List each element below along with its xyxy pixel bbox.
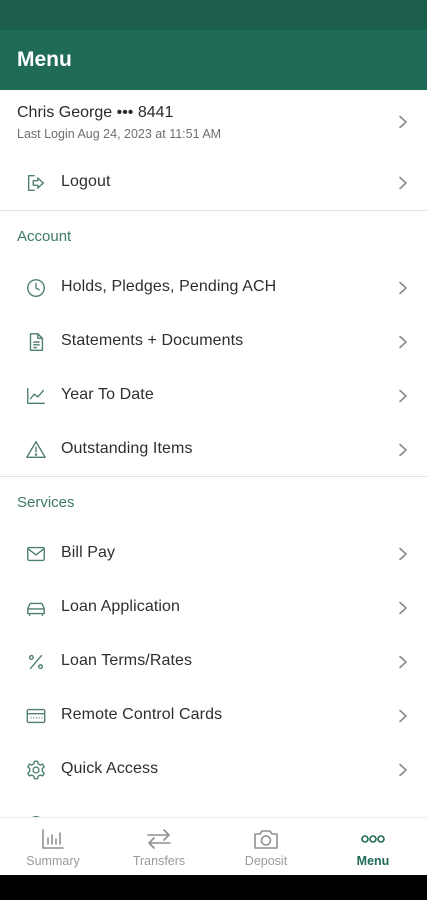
chevron-right-icon bbox=[397, 388, 409, 404]
transfer-arrows-icon bbox=[106, 826, 212, 852]
menu-item-holds-pledges[interactable]: Holds, Pledges, Pending ACH bbox=[0, 261, 427, 315]
user-name: Chris George ••• 8441 bbox=[17, 104, 174, 121]
chevron-right-icon bbox=[397, 334, 409, 350]
bottom-nav: Summary Transfers Deposit Menu bbox=[0, 817, 427, 875]
menu-item-bill-pay[interactable]: Bill Pay bbox=[0, 527, 427, 581]
app-header: Menu bbox=[0, 30, 427, 90]
chevron-right-icon bbox=[397, 762, 409, 778]
chevron-right-icon bbox=[397, 546, 409, 562]
logout-icon bbox=[24, 171, 48, 195]
page-title: Menu bbox=[17, 48, 72, 71]
chevron-right-icon bbox=[397, 175, 409, 191]
menu-item-label: Loan Application bbox=[61, 598, 181, 615]
line-chart-icon bbox=[24, 384, 48, 408]
more-dots-icon bbox=[320, 826, 426, 852]
nav-label: Summary bbox=[26, 854, 80, 868]
nav-deposit[interactable]: Deposit bbox=[213, 818, 319, 876]
nav-menu[interactable]: Menu bbox=[320, 818, 426, 876]
menu-item-label: Outstanding Items bbox=[61, 440, 193, 457]
divider bbox=[0, 476, 427, 477]
logout-label: Logout bbox=[61, 173, 111, 190]
chevron-right-icon bbox=[397, 654, 409, 670]
menu-item-loan-terms-rates[interactable]: Loan Terms/Rates bbox=[0, 635, 427, 689]
menu-item-label: Loan Terms/Rates bbox=[61, 652, 193, 669]
nav-label: Transfers bbox=[132, 854, 186, 868]
divider bbox=[0, 210, 427, 211]
last-login-text: Last Login Aug 24, 2023 at 11:51 AM bbox=[17, 127, 222, 141]
menu-item-label: Year To Date bbox=[61, 386, 154, 403]
menu-item-outstanding-items[interactable]: Outstanding Items bbox=[0, 423, 427, 477]
nav-summary[interactable]: Summary bbox=[0, 818, 106, 876]
car-icon bbox=[24, 596, 48, 620]
nav-label: Deposit bbox=[244, 854, 288, 868]
card-icon bbox=[24, 704, 48, 728]
menu-item-label: Holds, Pledges, Pending ACH bbox=[61, 278, 277, 295]
chevron-right-icon bbox=[397, 442, 409, 458]
menu-item-remote-control-cards[interactable]: Remote Control Cards bbox=[0, 689, 427, 743]
warning-icon bbox=[24, 438, 48, 462]
chevron-right-icon bbox=[397, 600, 409, 616]
menu-item-statements-documents[interactable]: Statements + Documents bbox=[0, 315, 427, 369]
camera-icon bbox=[213, 826, 319, 852]
clock-icon bbox=[24, 276, 48, 300]
menu-item-label: Bill Pay bbox=[61, 544, 116, 561]
bar-chart-icon bbox=[0, 826, 106, 852]
section-title-account: Account bbox=[17, 228, 72, 245]
percent-icon bbox=[24, 650, 48, 674]
logout-button[interactable]: Logout bbox=[0, 156, 427, 210]
chevron-right-icon bbox=[397, 114, 409, 130]
menu-item-label: Statements + Documents bbox=[61, 332, 244, 349]
gear-icon bbox=[24, 758, 48, 782]
menu-item-label: Quick Access bbox=[61, 760, 159, 777]
menu-item-partial[interactable] bbox=[0, 797, 427, 817]
menu-item-quick-access[interactable]: Quick Access bbox=[0, 743, 427, 797]
nav-transfers[interactable]: Transfers bbox=[106, 818, 212, 876]
document-icon bbox=[24, 330, 48, 354]
section-title-services: Services bbox=[17, 494, 75, 511]
menu-item-label: Remote Control Cards bbox=[61, 706, 223, 723]
menu-item-loan-application[interactable]: Loan Application bbox=[0, 581, 427, 635]
system-navigation-bar bbox=[0, 875, 427, 900]
user-profile-row[interactable]: Chris George ••• 8441 Last Login Aug 24,… bbox=[0, 90, 427, 154]
menu-item-year-to-date[interactable]: Year To Date bbox=[0, 369, 427, 423]
envelope-icon bbox=[24, 542, 48, 566]
chevron-right-icon bbox=[397, 708, 409, 724]
status-bar bbox=[0, 0, 427, 30]
menu-scroll-area[interactable]: Chris George ••• 8441 Last Login Aug 24,… bbox=[0, 90, 427, 817]
chevron-right-icon bbox=[397, 280, 409, 296]
nav-label: Menu bbox=[356, 854, 390, 868]
